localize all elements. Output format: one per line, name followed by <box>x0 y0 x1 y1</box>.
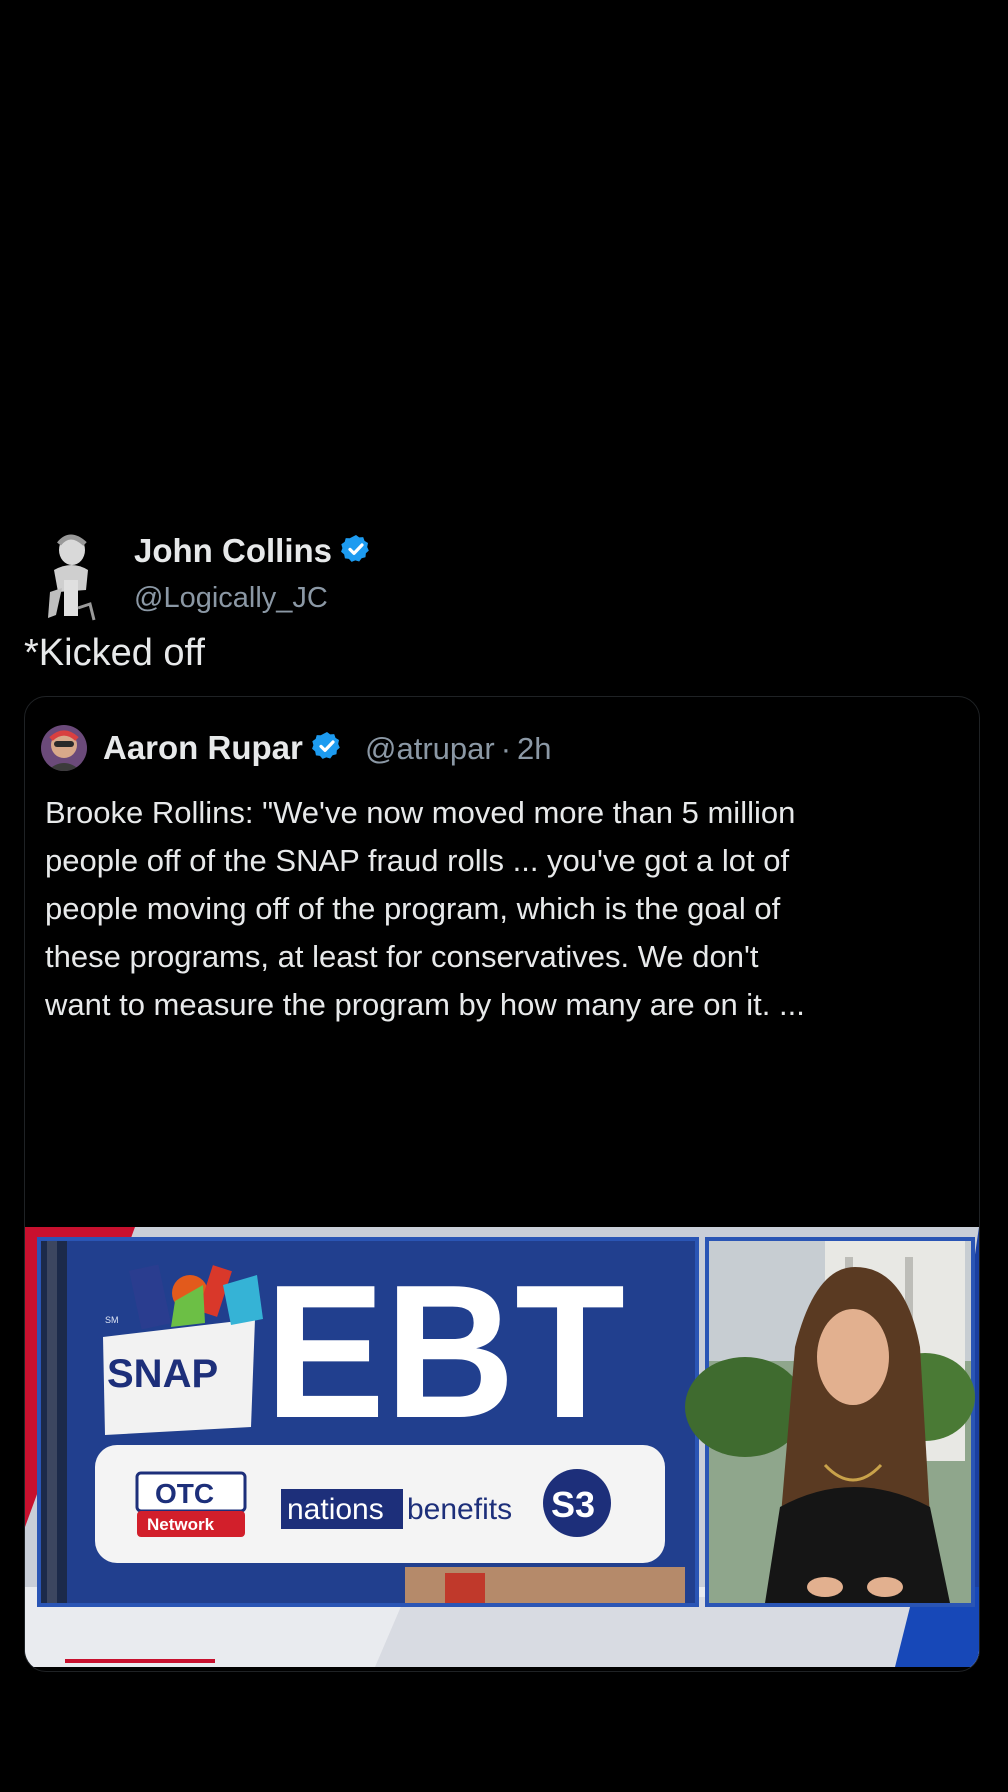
quoted-author-name-text: Aaron Rupar <box>103 729 303 766</box>
quoted-author-name[interactable]: Aaron Rupar <box>103 729 343 770</box>
quoted-tweet-body: Brooke Rollins: "We've now moved more th… <box>45 789 965 1029</box>
quoted-tweet[interactable]: Aaron Rupar @atrupar · 2h Brooke Rollins: … <box>24 696 980 1672</box>
quoted-author-handle[interactable]: @atrupar <box>365 731 495 766</box>
quoted-body-line: these programs, at least for conservativ… <box>45 939 759 974</box>
author-row: John Collins @Logically_JC <box>40 518 1000 628</box>
verified-badge-icon <box>311 730 343 770</box>
quoted-media-image[interactable]: SNAP SM EBT OTC Network nations benefits… <box>25 1227 979 1667</box>
ebt-sign-text: EBT <box>265 1246 625 1458</box>
sm-mark-text: SM <box>105 1315 119 1325</box>
quoted-body-line: Brooke Rollins: "We've now moved more th… <box>45 795 796 830</box>
avatar[interactable] <box>40 530 100 630</box>
quoted-avatar-illustration-icon <box>41 725 87 771</box>
otc-network-text: Network <box>147 1515 215 1534</box>
quoted-body-line: want to measure the program by how many … <box>45 987 805 1022</box>
meta-separator: · <box>500 731 512 766</box>
quoted-avatar[interactable] <box>41 725 87 771</box>
author-name-text: John Collins <box>134 532 332 569</box>
avatar-illustration-icon <box>48 534 96 621</box>
benefits-logo-text: benefits <box>407 1493 512 1526</box>
verified-badge-icon <box>340 533 372 573</box>
news-broadcast-screenshot: SNAP SM EBT OTC Network nations benefits… <box>25 1227 979 1667</box>
quoted-timestamp[interactable]: 2h <box>517 731 551 766</box>
post-text: *Kicked off <box>24 632 205 674</box>
snap-logo-text: SNAP <box>107 1352 218 1396</box>
quoted-body-line: people off of the SNAP fraud rolls ... y… <box>45 843 790 878</box>
s3-logo-text: S3 <box>551 1484 595 1525</box>
otc-logo-text: OTC <box>155 1478 214 1509</box>
quoted-tweet-header: Aaron Rupar @atrupar · 2h <box>41 725 961 773</box>
author-name[interactable]: John Collins <box>134 532 372 573</box>
nations-logo-text: nations <box>287 1493 384 1526</box>
author-handle[interactable]: @Logically_JC <box>134 582 328 615</box>
quoted-meta: @atrupar · 2h <box>365 731 552 767</box>
quoted-body-line: people moving off of the program, which … <box>45 891 781 926</box>
